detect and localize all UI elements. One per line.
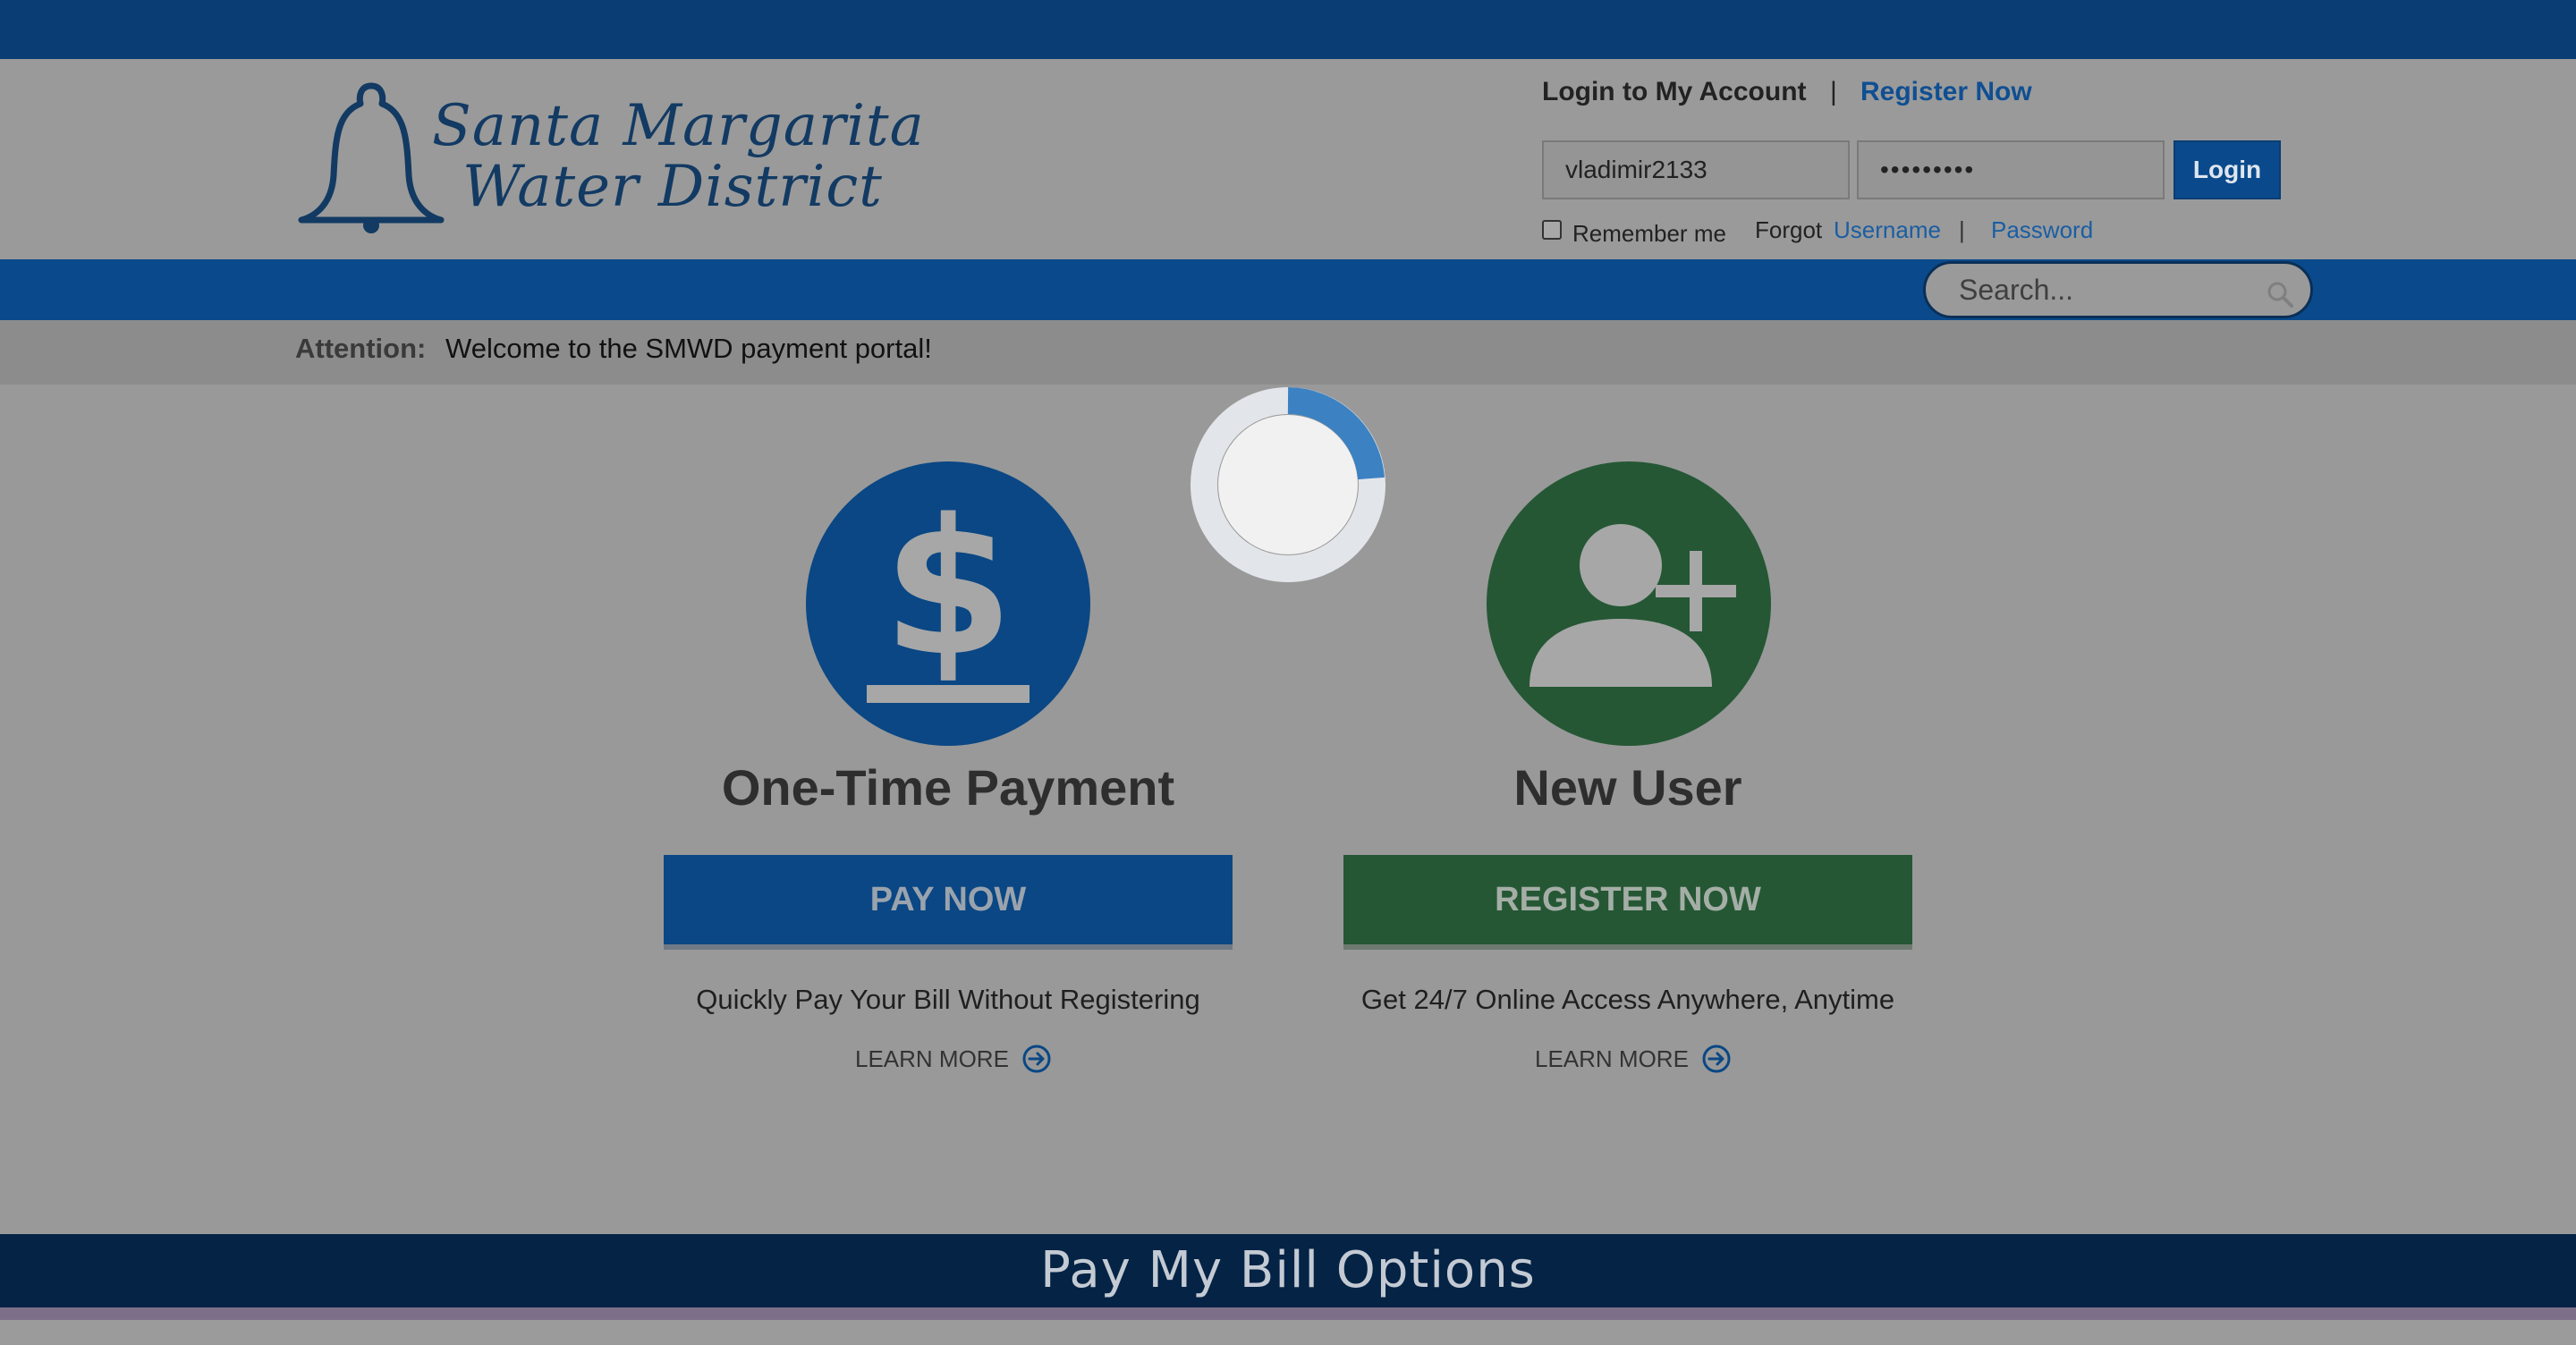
forgot-username-link[interactable]: Username: [1834, 216, 1941, 244]
attention-label: Attention:: [295, 333, 427, 364]
login-title: Login to My Account: [1542, 77, 1807, 106]
login-button[interactable]: Login: [2174, 140, 2281, 199]
forgot-separator: |: [1959, 216, 1965, 243]
new-user-learn-more-link[interactable]: LEARN MORE: [1535, 1041, 1732, 1077]
remember-me-checkbox[interactable]: [1542, 220, 1562, 240]
footer-stripe: [0, 1307, 2576, 1320]
pay-options-title: Pay My Bill Options: [1040, 1241, 1536, 1299]
search-placeholder: Search...: [1959, 274, 2074, 306]
new-user-title: New User: [1513, 759, 1742, 816]
pay-now-button[interactable]: PAY NOW: [664, 855, 1233, 944]
pay-learn-more-link[interactable]: LEARN MORE: [855, 1041, 1052, 1077]
footer-bottom: [0, 1320, 2576, 1345]
logo-line1: Santa Margarita: [432, 93, 925, 159]
arrow-right-circle-icon: [1702, 1045, 1731, 1073]
svg-text:$: $: [883, 478, 1013, 698]
register-now-link[interactable]: Register Now: [1860, 77, 2032, 107]
register-now-button[interactable]: REGISTER NOW: [1343, 855, 1912, 944]
new-user-description: Get 24/7 Online Access Anywhere, Anytime: [1360, 984, 1895, 1015]
search-icon[interactable]: [2265, 279, 2295, 309]
new-user-circle[interactable]: [1487, 461, 1771, 746]
top-bar: [0, 0, 2576, 59]
username-input[interactable]: [1542, 140, 1850, 199]
one-time-payment-title: One-Time Payment: [721, 759, 1175, 816]
logo-line2: Water District: [462, 154, 883, 220]
password-input[interactable]: [1857, 140, 2165, 199]
pay-description: Quickly Pay Your Bill Without Registerin…: [696, 984, 1200, 1015]
district-logo[interactable]: Santa Margarita Water District: [291, 77, 953, 238]
attention-message: Welcome to the SMWD payment portal!: [445, 333, 932, 364]
dollar-icon: $: [867, 478, 1030, 703]
forgot-label: Forgot: [1755, 216, 1823, 243]
forgot-password-link[interactable]: Password: [1991, 216, 2093, 244]
login-separator: |: [1830, 77, 1837, 106]
loading-spinner-icon: [1191, 387, 1385, 582]
arrow-right-circle-icon: [1022, 1045, 1051, 1073]
add-user-icon: [1530, 524, 1736, 687]
payment-circle[interactable]: $: [806, 461, 1090, 746]
remember-me-label: Remember me: [1572, 220, 1726, 247]
learn-more-label: LEARN MORE: [855, 1045, 1009, 1072]
bell-icon: [298, 82, 445, 233]
learn-more-label: LEARN MORE: [1535, 1045, 1689, 1072]
